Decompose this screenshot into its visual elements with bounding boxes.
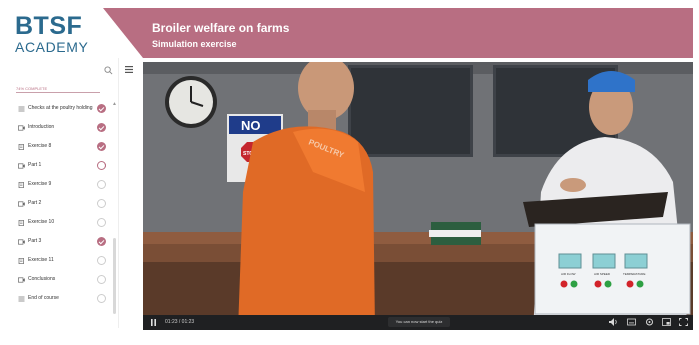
- video-player[interactable]: NO STOP POULTRY AIR FLOW AIR SPEED TEMPE…: [143, 62, 693, 330]
- course-item[interactable]: Exercise 10: [18, 217, 110, 231]
- video-controls: 01:23 / 01:23 You can now start the quiz: [143, 315, 693, 330]
- course-item[interactable]: Exercise 9: [18, 179, 110, 193]
- progress-bar: [16, 92, 100, 93]
- volume-icon[interactable]: [609, 318, 618, 326]
- document-icon: [18, 144, 24, 150]
- check-icon: [97, 123, 106, 132]
- incomplete-icon: [97, 218, 106, 227]
- course-item-label: Exercise 8: [28, 143, 52, 149]
- course-item-label: Exercise 10: [28, 219, 55, 225]
- video-icon: [18, 125, 25, 131]
- video-icon: [18, 201, 25, 207]
- progress-icon: [97, 161, 106, 170]
- incomplete-icon: [97, 294, 106, 303]
- course-item-label: End of course: [28, 295, 59, 301]
- course-item[interactable]: Introduction: [18, 122, 110, 136]
- check-icon: [97, 142, 106, 151]
- panel-label-temperature: TEMPERATURE: [623, 272, 645, 276]
- course-item-label: Conclusions: [28, 276, 56, 282]
- video-frame: NO STOP POULTRY AIR FLOW AIR SPEED TEMPE…: [143, 62, 693, 330]
- course-item-label: Part 3: [28, 238, 42, 244]
- course-item[interactable]: Conclusions: [18, 274, 110, 288]
- course-item-label: Part 1: [28, 162, 42, 168]
- pause-icon[interactable]: [151, 319, 156, 326]
- course-item[interactable]: Checks at the poultry holding: [18, 103, 110, 117]
- page: BTSF ACADEMY Broiler welfare on farms Si…: [0, 0, 699, 345]
- course-subtitle: Simulation exercise: [152, 39, 237, 49]
- course-title: Broiler welfare on farms: [152, 21, 290, 35]
- document-icon: [18, 220, 24, 226]
- course-item-label: Checks at the poultry holding: [28, 105, 93, 111]
- course-item[interactable]: Exercise 8: [18, 141, 110, 155]
- logo-academy-text: ACADEMY: [15, 39, 89, 55]
- course-item-label: Exercise 11: [28, 257, 54, 263]
- video-icon: [18, 239, 25, 245]
- course-item-label: Introduction: [28, 124, 55, 130]
- incomplete-icon: [97, 275, 106, 284]
- incomplete-icon: [97, 180, 106, 189]
- document-icon: [18, 258, 24, 264]
- course-item-label: Exercise 9: [28, 181, 52, 187]
- sidebar-scrollbar[interactable]: [113, 238, 116, 314]
- course-item-label: Part 2: [28, 200, 42, 206]
- fullscreen-icon[interactable]: [679, 318, 688, 326]
- logo-btsf-text: BTSF: [15, 12, 83, 40]
- search-icon[interactable]: [104, 66, 113, 75]
- scroll-up-icon[interactable]: ▲: [112, 101, 117, 107]
- menu-icon[interactable]: [125, 66, 133, 73]
- document-icon: [18, 182, 24, 188]
- course-item[interactable]: Part 1: [18, 160, 110, 174]
- course-item[interactable]: End of course: [18, 293, 110, 307]
- incomplete-icon: [97, 256, 106, 265]
- list-icon: [18, 296, 25, 302]
- wall-sign-text: NO: [241, 118, 261, 133]
- panel-label-air-speed: AIR SPEED: [594, 272, 611, 276]
- video-time: 01:23 / 01:23: [165, 319, 195, 325]
- picture-in-picture-icon[interactable]: [662, 318, 671, 326]
- course-item[interactable]: Part 3: [18, 236, 110, 250]
- subtitles-icon[interactable]: [627, 318, 636, 326]
- course-item[interactable]: Part 2: [18, 198, 110, 212]
- settings-icon[interactable]: [645, 318, 654, 326]
- course-item[interactable]: Exercise 11: [18, 255, 110, 269]
- list-icon: [18, 106, 25, 112]
- check-icon: [97, 104, 106, 113]
- video-icon: [18, 163, 25, 169]
- progress-label: 74% COMPLETE: [16, 86, 48, 91]
- check-icon: [97, 237, 106, 246]
- video-icon: [18, 277, 25, 283]
- panel-label-air-flow: AIR FLOW: [561, 272, 576, 276]
- incomplete-icon: [97, 199, 106, 208]
- caption-tooltip: You can now start the quiz: [388, 317, 450, 327]
